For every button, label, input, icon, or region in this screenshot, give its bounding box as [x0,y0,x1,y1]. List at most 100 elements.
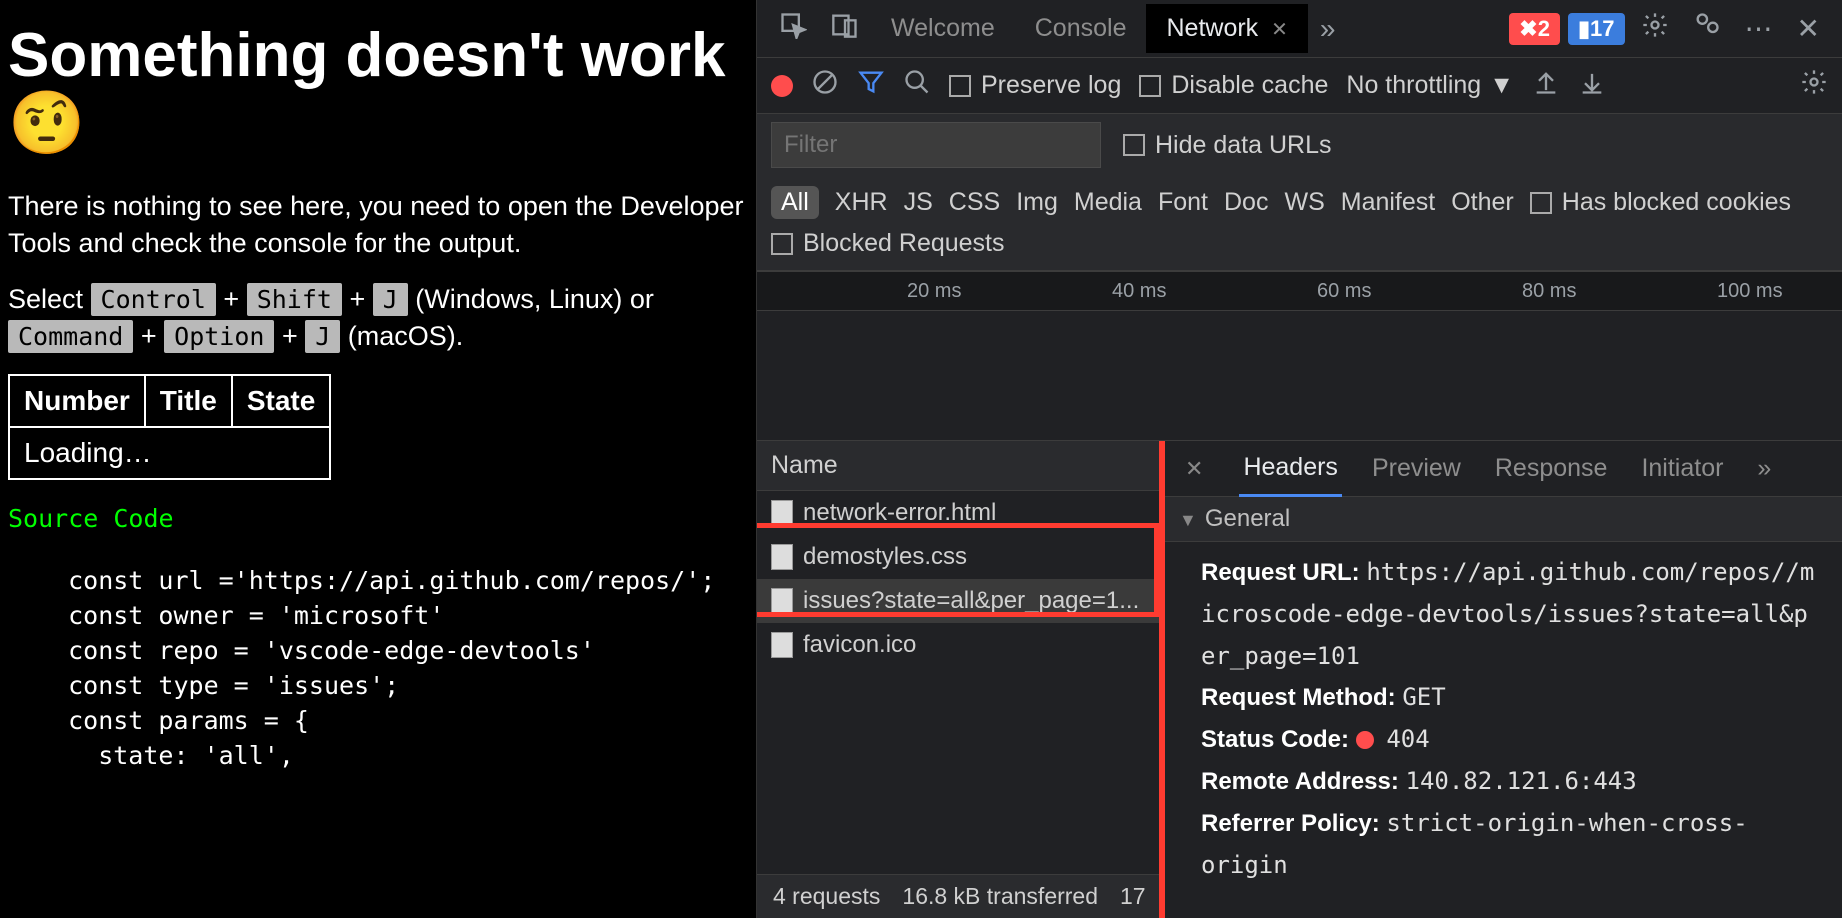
type-filter-row-2: Blocked Requests [757,225,1842,271]
details-tab-initiator[interactable]: Initiator [1637,442,1727,495]
page-title: Something doesn't work 🤨 [8,22,748,158]
document-icon [771,632,793,658]
type-manifest[interactable]: Manifest [1341,188,1435,217]
results-table: Number Title State Loading… [8,374,331,480]
request-list: Name network-error.html demostyles.css i… [757,441,1165,918]
remote-address-value: 140.82.121.6:443 [1406,767,1637,795]
chevron-down-icon: ▼ [1489,71,1514,100]
th-state: State [232,375,330,427]
request-row[interactable]: favicon.ico [757,623,1164,667]
checkbox-icon [1530,192,1552,214]
request-method-row: Request Method: GET [1201,677,1822,719]
clear-icon[interactable] [811,68,839,103]
kbd-option: Option [164,320,274,353]
type-img[interactable]: Img [1016,188,1058,217]
request-row[interactable]: network-error.html [757,491,1164,535]
timeline-ruler[interactable]: 20 ms 40 ms 60 ms 80 ms 100 ms [757,271,1842,311]
details-tab-preview[interactable]: Preview [1368,442,1465,495]
webpage-panel: Something doesn't work 🤨 There is nothin… [0,0,756,918]
source-code-area: Source Code const url ='https://api.gith… [8,502,748,774]
code-block: const url ='https://api.github.com/repos… [8,563,748,773]
section-general[interactable]: General [1165,497,1842,542]
close-devtools-icon[interactable]: ✕ [1785,12,1832,45]
request-details: ✕ Headers Preview Response Initiator » G… [1165,441,1842,918]
network-body: Name network-error.html demostyles.css i… [757,441,1842,918]
kbd-j: J [373,283,408,316]
hide-data-urls-checkbox[interactable]: Hide data URLs [1123,131,1331,160]
document-icon [771,588,793,614]
request-name: demostyles.css [803,543,967,571]
filter-icon[interactable] [857,68,885,103]
request-row[interactable]: demostyles.css [757,535,1164,579]
download-har-icon[interactable] [1578,68,1606,103]
filter-input[interactable] [771,122,1101,168]
request-name: issues?state=all&per_page=1... [803,587,1139,615]
kebab-menu-icon[interactable]: ⋯ [1733,12,1785,45]
upload-har-icon[interactable] [1532,68,1560,103]
more-details-tabs-icon[interactable]: » [1753,442,1775,495]
checkbox-icon [949,75,971,97]
checkbox-icon [771,233,793,255]
type-all[interactable]: All [771,186,819,219]
checkbox-icon [1139,75,1161,97]
type-filter-row: All XHR JS CSS Img Media Font Doc WS Man… [757,176,1842,225]
throttling-select[interactable]: No throttling ▼ [1346,71,1514,100]
details-tab-headers[interactable]: Headers [1239,441,1342,497]
feedback-icon[interactable] [1681,11,1733,46]
network-toolbar: Preserve log Disable cache No throttling… [757,58,1842,114]
request-list-header[interactable]: Name [757,441,1164,491]
search-icon[interactable] [903,68,931,103]
document-icon [771,544,793,570]
waterfall-area[interactable] [757,311,1842,441]
request-row-selected[interactable]: issues?state=all&per_page=1... [757,579,1164,623]
type-css[interactable]: CSS [949,188,1000,217]
blocked-cookies-checkbox[interactable]: Has blocked cookies [1530,188,1791,217]
status-transferred: 16.8 kB transferred [902,883,1098,910]
network-settings-icon[interactable] [1800,68,1828,103]
status-bar: 4 requests 16.8 kB transferred 17 [757,874,1164,918]
request-name: network-error.html [803,499,996,527]
kbd-j2: J [305,320,340,353]
loading-cell: Loading… [9,427,330,479]
tab-welcome[interactable]: Welcome [871,4,1015,53]
status-error-icon [1356,731,1374,749]
tab-close-icon[interactable]: ✕ [1271,19,1288,41]
messages-badge[interactable]: ▮ 17 [1568,13,1625,45]
tab-console[interactable]: Console [1015,4,1147,53]
close-details-icon[interactable]: ✕ [1175,456,1213,482]
shortcut-prefix: Select [8,284,91,314]
device-toolbar-icon[interactable] [819,11,871,46]
type-js[interactable]: JS [904,188,933,217]
settings-icon[interactable] [1629,11,1681,46]
type-other[interactable]: Other [1451,188,1514,217]
source-code-label: Source Code [8,502,748,536]
devtools-panel: Welcome Console Network ✕ » ✖ 2 ▮ 17 ⋯ ✕ [756,0,1842,918]
filter-row: Hide data URLs [757,114,1842,176]
type-media[interactable]: Media [1074,188,1142,217]
request-method-value: GET [1402,683,1445,711]
page-paragraph: There is nothing to see here, you need t… [8,188,748,261]
status-more: 17 [1120,883,1146,910]
preserve-log-checkbox[interactable]: Preserve log [949,71,1121,100]
kbd-shift: Shift [247,283,342,316]
status-code-row: Status Code: 404 [1201,719,1822,761]
inspect-icon[interactable] [767,11,819,46]
type-xhr[interactable]: XHR [835,188,888,217]
blocked-requests-checkbox[interactable]: Blocked Requests [771,229,1005,258]
type-ws[interactable]: WS [1284,188,1324,217]
type-font[interactable]: Font [1158,188,1208,217]
th-number: Number [9,375,145,427]
type-doc[interactable]: Doc [1224,188,1268,217]
tab-network[interactable]: Network ✕ [1146,4,1307,53]
status-requests: 4 requests [773,883,880,910]
more-tabs-icon[interactable]: » [1308,13,1348,45]
request-name: favicon.ico [803,631,916,659]
th-title: Title [145,375,232,427]
error-badge[interactable]: ✖ 2 [1509,13,1560,45]
disable-cache-checkbox[interactable]: Disable cache [1139,71,1328,100]
details-tabs: ✕ Headers Preview Response Initiator » [1165,441,1842,497]
details-tab-response[interactable]: Response [1491,442,1612,495]
devtools-top-tabs: Welcome Console Network ✕ » ✖ 2 ▮ 17 ⋯ ✕ [757,0,1842,58]
checkbox-icon [1123,134,1145,156]
record-icon[interactable] [771,75,793,97]
